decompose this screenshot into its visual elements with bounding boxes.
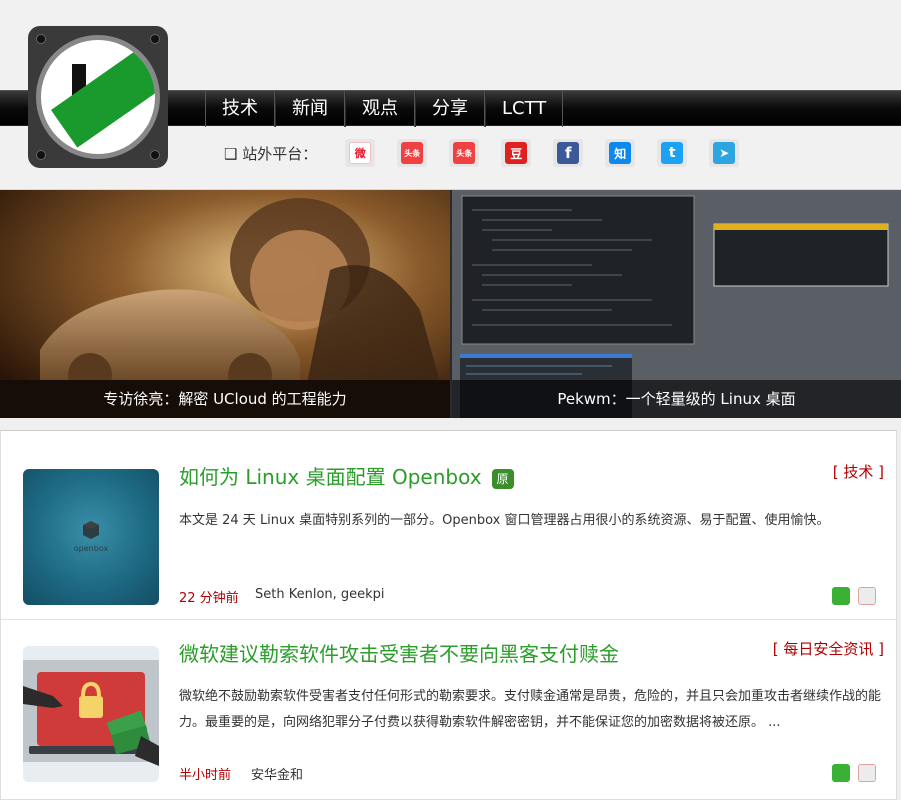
weibo-share-icon[interactable] <box>858 587 876 605</box>
nav-item-share[interactable]: 分享 <box>415 91 485 127</box>
weibo-share-icon[interactable] <box>858 764 876 782</box>
article-thumbnail[interactable] <box>23 646 159 782</box>
article-time: 半小时前 <box>179 768 232 783</box>
list-item: openbox 如何为 Linux 桌面配置 Openbox 原 [ 技术 ] 本… <box>1 431 898 619</box>
toutiao-glyph: 头条 <box>453 142 476 164</box>
toutiao-icon[interactable]: 头条 <box>397 139 428 167</box>
openbox-logo-icon: openbox <box>74 521 109 553</box>
telegram-glyph: ➤ <box>713 142 736 164</box>
site-header: 技术 新闻 观点 分享 LCTT Linux.CN ❑ 站外平台： 微 头条 头… <box>0 0 901 190</box>
list-item: 微软建议勒索软件攻击受害者不要向黑客支付赎金 [ 每日安全资讯 ] 微软绝不鼓励… <box>1 620 898 800</box>
nav-item-lctt[interactable]: LCTT <box>485 91 564 127</box>
wechat-share-icon[interactable] <box>832 587 850 605</box>
article-author[interactable]: 安华金和 <box>251 764 303 783</box>
article-author[interactable]: Seth Kenlon, geekpi <box>255 587 385 602</box>
facebook-glyph: f <box>557 142 580 164</box>
weibo-glyph: 微 <box>349 142 372 164</box>
article-list: openbox 如何为 Linux 桌面配置 Openbox 原 [ 技术 ] 本… <box>0 430 898 800</box>
douban-icon[interactable]: 豆 <box>501 139 532 167</box>
article-title[interactable]: 微软建议勒索软件攻击受害者不要向黑客支付赎金 <box>179 638 619 667</box>
article-summary: 本文是 24 天 Linux 桌面特别系列的一部分。Openbox 窗口管理器占… <box>179 513 830 528</box>
original-badge: 原 <box>491 468 514 489</box>
thumb-text: openbox <box>74 544 109 553</box>
logo-screw <box>36 150 46 160</box>
article-time: 22 分钟前 <box>179 591 239 606</box>
slide-caption: Pekwm：一个轻量级的 Linux 桌面 <box>452 380 901 418</box>
logo-circle: Linux.CN <box>36 35 160 159</box>
article-title-text[interactable]: 如何为 Linux 桌面配置 Openbox <box>179 465 482 489</box>
facebook-icon[interactable]: f <box>553 139 584 167</box>
nav-item-news[interactable]: 新闻 <box>275 91 345 127</box>
category-link[interactable]: [ 每日安全资讯 ] <box>773 638 884 659</box>
slide-ucloud[interactable]: 专访徐亮：解密 UCloud 的工程能力 <box>0 190 450 418</box>
weibo-icon[interactable]: 微 <box>345 139 376 167</box>
slide-pekwm[interactable]: Pekwm：一个轻量级的 Linux 桌面 <box>452 190 901 418</box>
telegram-icon[interactable]: ➤ <box>709 139 740 167</box>
featured-slider: 专访徐亮：解密 UCloud 的工程能力 Pekwm：一个轻量级的 Linux … <box>0 190 901 418</box>
slide-caption: 专访徐亮：解密 UCloud 的工程能力 <box>0 380 450 418</box>
toutiao-icon-2[interactable]: 头条 <box>449 139 480 167</box>
twitter-glyph: t <box>661 142 684 164</box>
platforms-label: ❑ 站外平台： <box>224 144 318 163</box>
zhihu-icon[interactable]: 知 <box>605 139 636 167</box>
twitter-icon[interactable]: t <box>657 139 688 167</box>
category-link[interactable]: [ 技术 ] <box>833 461 884 482</box>
nav-item-opinion[interactable]: 观点 <box>345 91 415 127</box>
douban-glyph: 豆 <box>505 142 528 164</box>
wechat-share-icon[interactable] <box>832 764 850 782</box>
article-thumbnail[interactable]: openbox <box>23 469 159 605</box>
logo-screw <box>36 34 46 44</box>
toutiao-glyph: 头条 <box>401 142 424 164</box>
ransomware-illustration-icon <box>23 646 159 782</box>
logo-screw <box>150 150 160 160</box>
nav-item-tech[interactable]: 技术 <box>205 91 275 127</box>
article-title[interactable]: 如何为 Linux 桌面配置 Openbox 原 <box>179 461 514 490</box>
site-logo[interactable]: Linux.CN <box>28 26 168 168</box>
external-platforms: ❑ 站外平台： 微 头条 头条 豆 f 知 t ➤ <box>224 138 761 168</box>
zhihu-glyph: 知 <box>609 142 632 164</box>
article-summary: 微软绝不鼓励勒索软件受害者支付任何形式的勒索要求。支付赎金通常是昂贵，危险的，并… <box>179 689 882 730</box>
